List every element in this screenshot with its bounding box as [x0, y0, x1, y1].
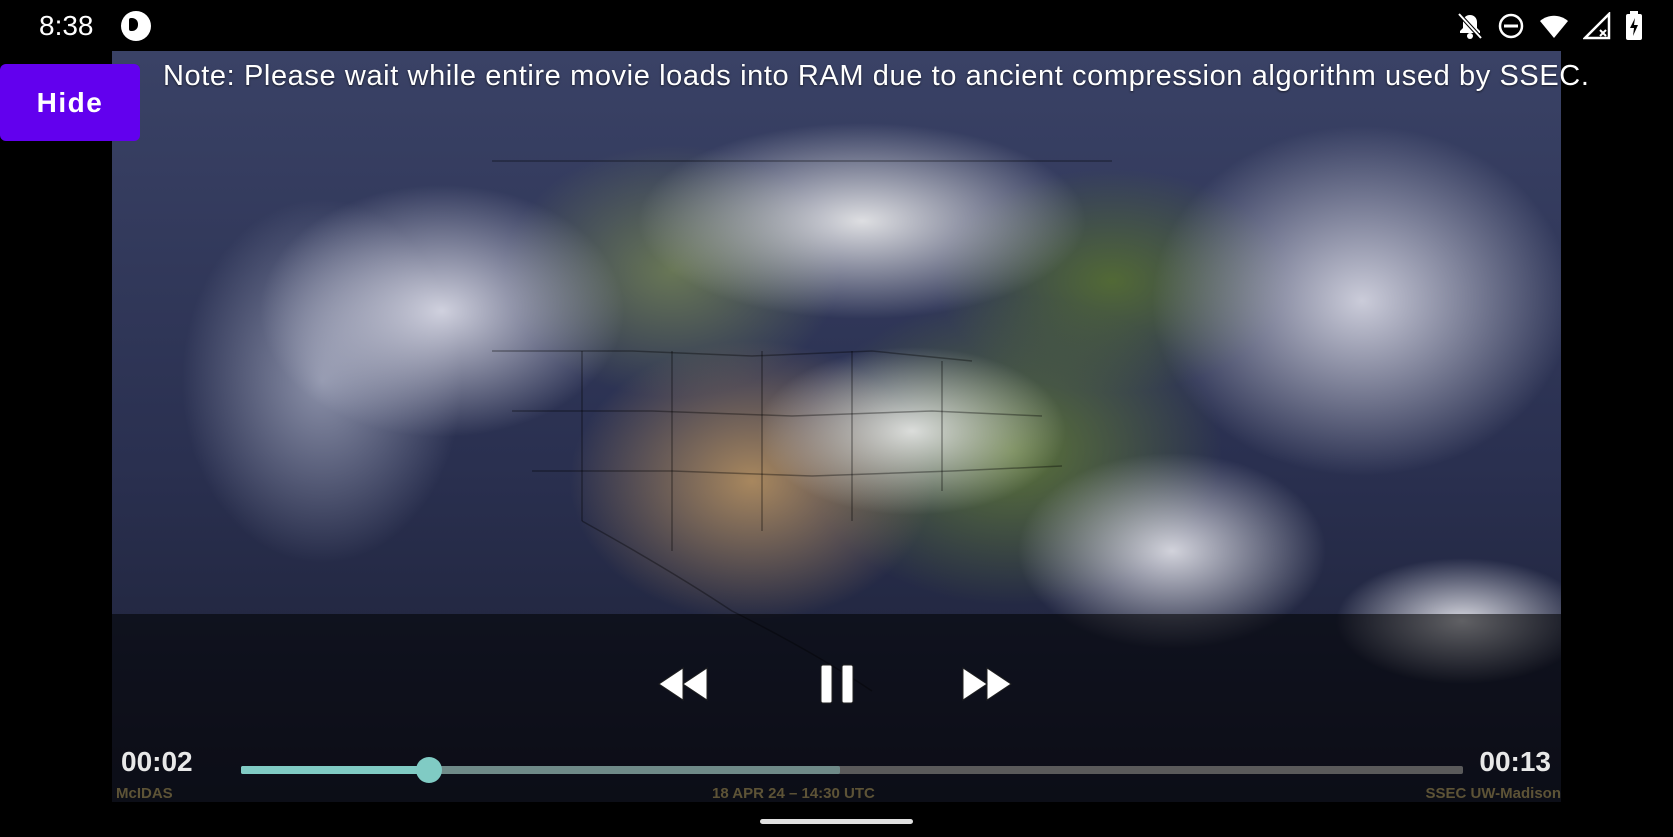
- current-time: 00:02: [121, 746, 193, 777]
- hide-button[interactable]: Hide: [0, 64, 140, 141]
- clock: 8:38: [39, 10, 94, 41]
- progress-bar: [241, 766, 430, 774]
- rewind-button[interactable]: [648, 654, 718, 714]
- player-controls: 00:02 00:13: [112, 614, 1561, 802]
- video-timestamp: 18 APR 24 – 14:30 UTC: [712, 785, 875, 802]
- notifications-off-icon: [1457, 12, 1483, 40]
- seek-thumb[interactable]: [416, 757, 443, 783]
- pause-icon: [820, 664, 854, 704]
- rewind-icon: [658, 667, 708, 701]
- home-indicator[interactable]: [760, 819, 913, 824]
- status-bar: 8:38: [0, 0, 1673, 52]
- wifi-icon: [1540, 15, 1568, 38]
- watermark-left: McIDAS: [116, 785, 173, 802]
- battery-charging-icon: [1626, 11, 1642, 40]
- watermark-right: SSEC UW-Madison: [1425, 785, 1561, 802]
- fast-forward-icon: [962, 667, 1012, 701]
- note-text: Note: Please wait while entire movie loa…: [163, 60, 1590, 92]
- pause-button[interactable]: [802, 654, 872, 714]
- duration-time: 00:13: [1479, 746, 1551, 777]
- status-icons: [1457, 10, 1643, 42]
- do-not-disturb-icon: [1498, 13, 1524, 39]
- app-notification-icon: [121, 11, 151, 41]
- signal-off-icon: [1583, 12, 1611, 40]
- seek-bar[interactable]: [241, 757, 1463, 783]
- fast-forward-button[interactable]: [952, 654, 1022, 714]
